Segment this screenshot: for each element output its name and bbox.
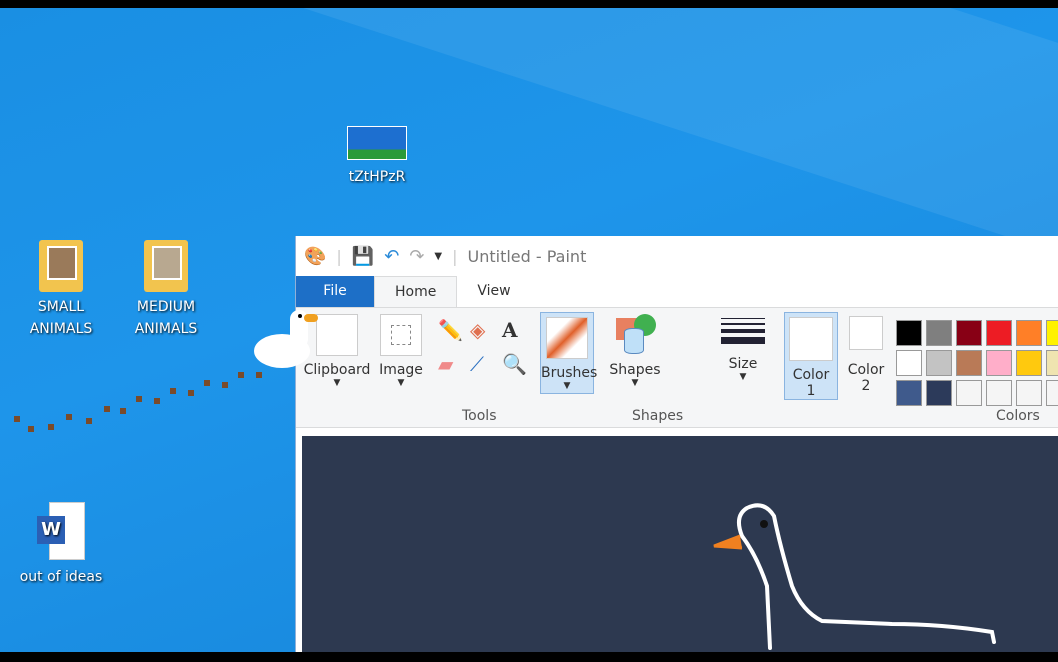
tab-home[interactable]: Home bbox=[374, 276, 458, 307]
icon-label: ANIMALS bbox=[29, 321, 93, 337]
drawing-canvas[interactable] bbox=[302, 436, 1058, 652]
undo-icon[interactable]: ↶ bbox=[384, 246, 399, 267]
image-button[interactable]: Image ▼ bbox=[374, 314, 428, 388]
palette-swatch[interactable] bbox=[1016, 350, 1042, 376]
size-icon bbox=[721, 318, 765, 344]
color2-button[interactable]: Color 2 bbox=[842, 316, 890, 394]
color-picker-icon[interactable]: ⟋ bbox=[470, 352, 502, 376]
ribbon-tabs: File Home View bbox=[296, 276, 1058, 308]
shapes-button[interactable]: Shapes ▼ bbox=[608, 314, 662, 388]
eraser-icon[interactable]: ▰ bbox=[438, 352, 470, 376]
desktop-goose[interactable] bbox=[254, 310, 324, 370]
tools-grid: ✏️ ◈ A ▰ ⟋ 🔍 bbox=[438, 318, 534, 376]
brushes-button[interactable]: Brushes ▼ bbox=[540, 312, 598, 394]
ribbon: Clipboard ▼ Image ▼ ✏️ ◈ A ▰ ⟋ 🔍 Tools Brushes… bbox=[296, 308, 1058, 428]
goose-beak bbox=[304, 314, 318, 322]
desktop-icon-small-animals[interactable]: SMALL ANIMALS bbox=[6, 240, 116, 340]
word-doc-icon: W bbox=[37, 502, 85, 560]
tab-file[interactable]: File bbox=[296, 276, 374, 307]
palette-swatch[interactable] bbox=[1046, 350, 1058, 376]
magnifier-icon[interactable]: 🔍 bbox=[502, 352, 534, 376]
size-button[interactable]: Size ▼ bbox=[716, 314, 770, 382]
select-icon bbox=[380, 314, 422, 356]
icon-label: out of ideas bbox=[19, 569, 103, 585]
color2-number: 2 bbox=[861, 378, 871, 394]
color1-button[interactable]: Color 1 bbox=[784, 312, 838, 400]
palette-swatch[interactable] bbox=[956, 380, 982, 406]
image-file-icon bbox=[347, 126, 407, 160]
palette-swatch[interactable] bbox=[956, 350, 982, 376]
save-icon[interactable]: 💾 bbox=[352, 246, 374, 267]
folder-icon bbox=[144, 240, 188, 292]
shapes-group-label: Shapes bbox=[632, 408, 684, 424]
palette-swatch[interactable] bbox=[926, 380, 952, 406]
window-title: Untitled - Paint bbox=[467, 246, 587, 266]
tools-group-label: Tools bbox=[462, 408, 497, 424]
palette-swatch[interactable] bbox=[1016, 380, 1042, 406]
desktop-icon-medium-animals[interactable]: MEDIUM ANIMALS bbox=[111, 240, 221, 340]
color2-label: Color bbox=[847, 362, 885, 378]
brush-icon bbox=[546, 317, 588, 359]
color2-swatch bbox=[849, 316, 883, 350]
icon-label: ANIMALS bbox=[134, 321, 198, 337]
palette-swatch[interactable] bbox=[1016, 320, 1042, 346]
palette-swatch[interactable] bbox=[926, 350, 952, 376]
color1-number: 1 bbox=[806, 383, 816, 399]
palette-swatch[interactable] bbox=[986, 350, 1012, 376]
palette-swatch[interactable] bbox=[896, 320, 922, 346]
tab-view[interactable]: View bbox=[457, 276, 530, 307]
quick-access-toolbar: 🎨 | 💾 ↶ ↷ ▼ | Untitled - Paint bbox=[304, 245, 587, 267]
fill-icon[interactable]: ◈ bbox=[470, 318, 502, 342]
pencil-icon[interactable]: ✏️ bbox=[438, 318, 470, 342]
icon-label: MEDIUM bbox=[136, 299, 196, 315]
brushes-label: Brushes bbox=[541, 365, 598, 381]
goose-drawing bbox=[713, 503, 996, 650]
colors-group-label: Colors bbox=[996, 408, 1040, 424]
palette-swatch[interactable] bbox=[1046, 320, 1058, 346]
palette-swatch[interactable] bbox=[986, 320, 1012, 346]
palette-swatch[interactable] bbox=[986, 380, 1012, 406]
color1-swatch bbox=[789, 317, 833, 361]
palette-swatch[interactable] bbox=[956, 320, 982, 346]
icon-label: tZtHPzR bbox=[348, 169, 406, 185]
paint-window: 🎨 | 💾 ↶ ↷ ▼ | Untitled - Paint File Home … bbox=[295, 236, 1058, 652]
redo-icon[interactable]: ↷ bbox=[409, 246, 424, 267]
palette-swatch[interactable] bbox=[1046, 380, 1058, 406]
desktop-icon-image[interactable]: tZtHPzR bbox=[322, 126, 432, 188]
folder-icon bbox=[39, 240, 83, 292]
palette-swatch[interactable] bbox=[926, 320, 952, 346]
customize-dropdown-icon[interactable]: ▼ bbox=[434, 251, 442, 262]
paint-app-icon[interactable]: 🎨 bbox=[304, 246, 326, 267]
shapes-label: Shapes bbox=[609, 362, 661, 378]
text-icon[interactable]: A bbox=[502, 318, 534, 342]
icon-label: SMALL bbox=[37, 299, 85, 315]
desktop-icon-word-doc[interactable]: W out of ideas bbox=[6, 502, 116, 588]
size-label: Size bbox=[728, 356, 758, 372]
shapes-icon bbox=[614, 314, 656, 356]
palette-swatch[interactable] bbox=[896, 350, 922, 376]
color1-label: Color bbox=[792, 367, 830, 383]
palette-swatch[interactable] bbox=[896, 380, 922, 406]
image-label: Image bbox=[379, 362, 423, 378]
